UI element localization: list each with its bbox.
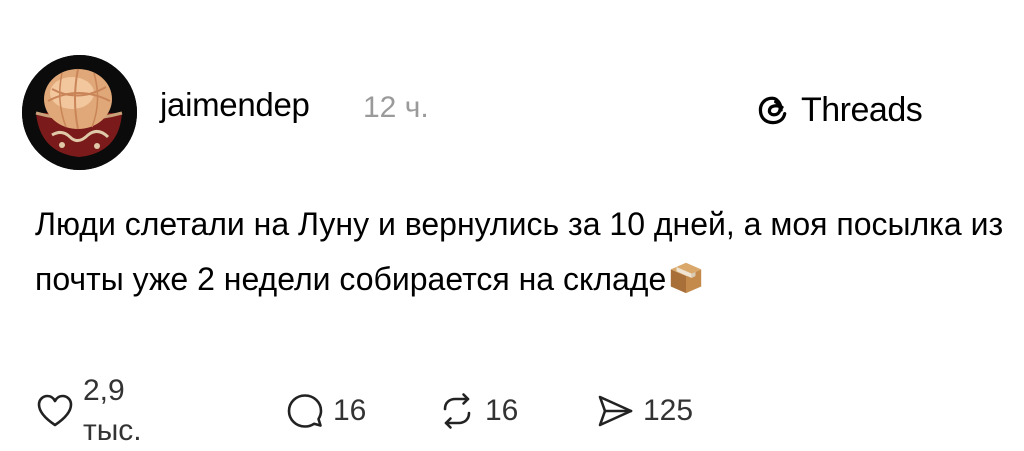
- threads-brand: Threads: [755, 88, 923, 132]
- avatar-image: [22, 55, 137, 170]
- threads-brand-label: Threads: [801, 91, 923, 129]
- like-button[interactable]: 2,9 тыс.: [35, 374, 142, 447]
- comment-button[interactable]: 16: [285, 388, 366, 434]
- package-icon: [671, 262, 702, 294]
- comment-icon: [287, 394, 323, 428]
- username[interactable]: jaimendep: [160, 85, 310, 125]
- comment-count: 16: [333, 394, 367, 427]
- repost-count: 16: [485, 394, 519, 427]
- threads-post-card: jaimendep 12 ч. Threads Люди слетали на …: [0, 0, 1024, 447]
- post-body: Люди слетали на Луну и вернулись за 10 д…: [35, 206, 1004, 297]
- share-count: 125: [643, 394, 694, 427]
- repost-icon: [443, 393, 471, 429]
- send-icon: [598, 395, 633, 427]
- share-button[interactable]: 125: [595, 388, 693, 434]
- post-text: Люди слетали на Луну и вернулись за 10 д…: [35, 197, 1010, 307]
- heart-icon: [37, 394, 73, 427]
- threads-logo-icon: [758, 96, 787, 125]
- avatar[interactable]: [22, 55, 137, 170]
- repost-button[interactable]: 16: [437, 388, 518, 434]
- post-timestamp: 12 ч.: [363, 91, 429, 124]
- like-count: 2,9 тыс.: [83, 374, 142, 447]
